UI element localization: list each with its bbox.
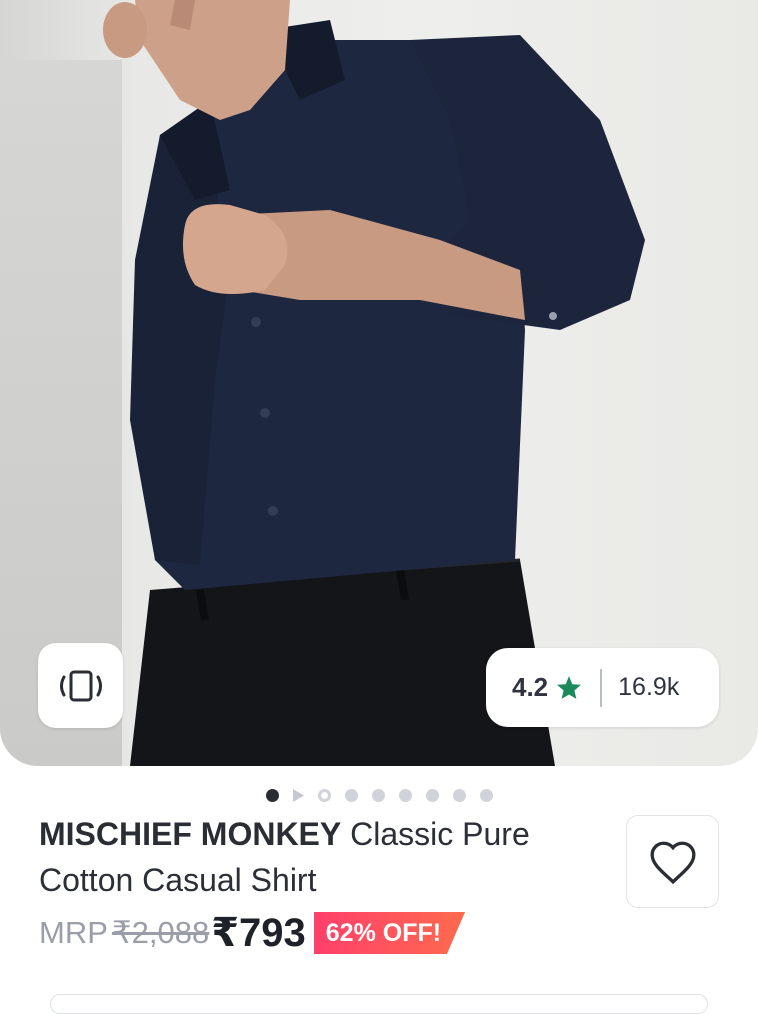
- mrp-value: ₹2,088: [111, 915, 210, 950]
- rating-value: 4.2: [512, 672, 549, 702]
- price-row: MRP ₹2,088 ₹793 62% OFF!: [39, 906, 466, 960]
- rating-count: 16.9k: [618, 673, 680, 701]
- carousel-dot[interactable]: [344, 788, 358, 802]
- heart-icon: [649, 841, 696, 884]
- carousel-dot[interactable]: [479, 788, 493, 802]
- carousel-dot[interactable]: [371, 788, 385, 802]
- rating-divider: [600, 668, 603, 707]
- star-icon: [556, 675, 582, 700]
- carousel-indicator: [0, 786, 758, 804]
- rotate-device-icon: [59, 670, 102, 701]
- product-image[interactable]: 4.2 16.9k: [0, 0, 758, 766]
- carousel-dot[interactable]: [425, 788, 439, 802]
- mrp-label: MRP: [39, 915, 108, 950]
- carousel-dot[interactable]: [317, 788, 331, 802]
- play-icon[interactable]: [292, 788, 304, 802]
- sale-price: ₹793: [211, 911, 306, 955]
- product-title: MISCHIEF MONKEY Classic Pure Cotton Casu…: [39, 811, 599, 903]
- view-3d-button[interactable]: [38, 643, 123, 728]
- brand-name[interactable]: MISCHIEF MONKEY: [39, 816, 341, 852]
- discount-badge: 62% OFF!: [313, 912, 466, 954]
- carousel-dot[interactable]: [265, 788, 279, 802]
- carousel-dot[interactable]: [398, 788, 412, 802]
- next-section-edge: [50, 994, 708, 1014]
- rating-badge[interactable]: 4.2 16.9k: [486, 648, 719, 727]
- carousel-dot[interactable]: [452, 788, 466, 802]
- wishlist-button[interactable]: [626, 815, 719, 908]
